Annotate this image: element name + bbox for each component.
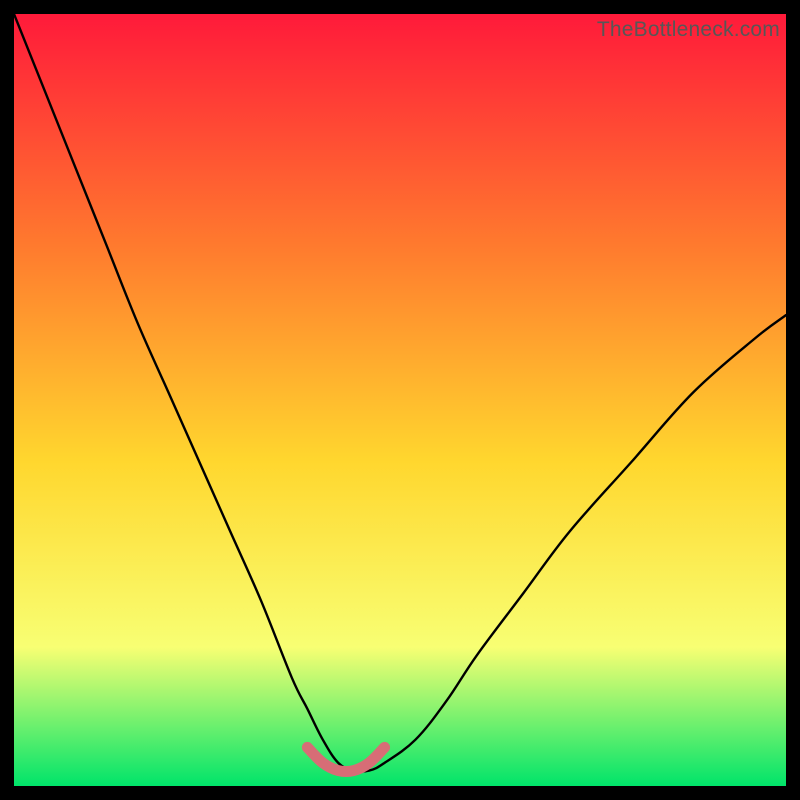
watermark-text: TheBottleneck.com: [597, 18, 780, 42]
plot-area: [14, 14, 786, 786]
plot-svg: [14, 14, 786, 786]
gradient-background: [14, 14, 786, 786]
chart-stage: TheBottleneck.com: [0, 0, 800, 800]
